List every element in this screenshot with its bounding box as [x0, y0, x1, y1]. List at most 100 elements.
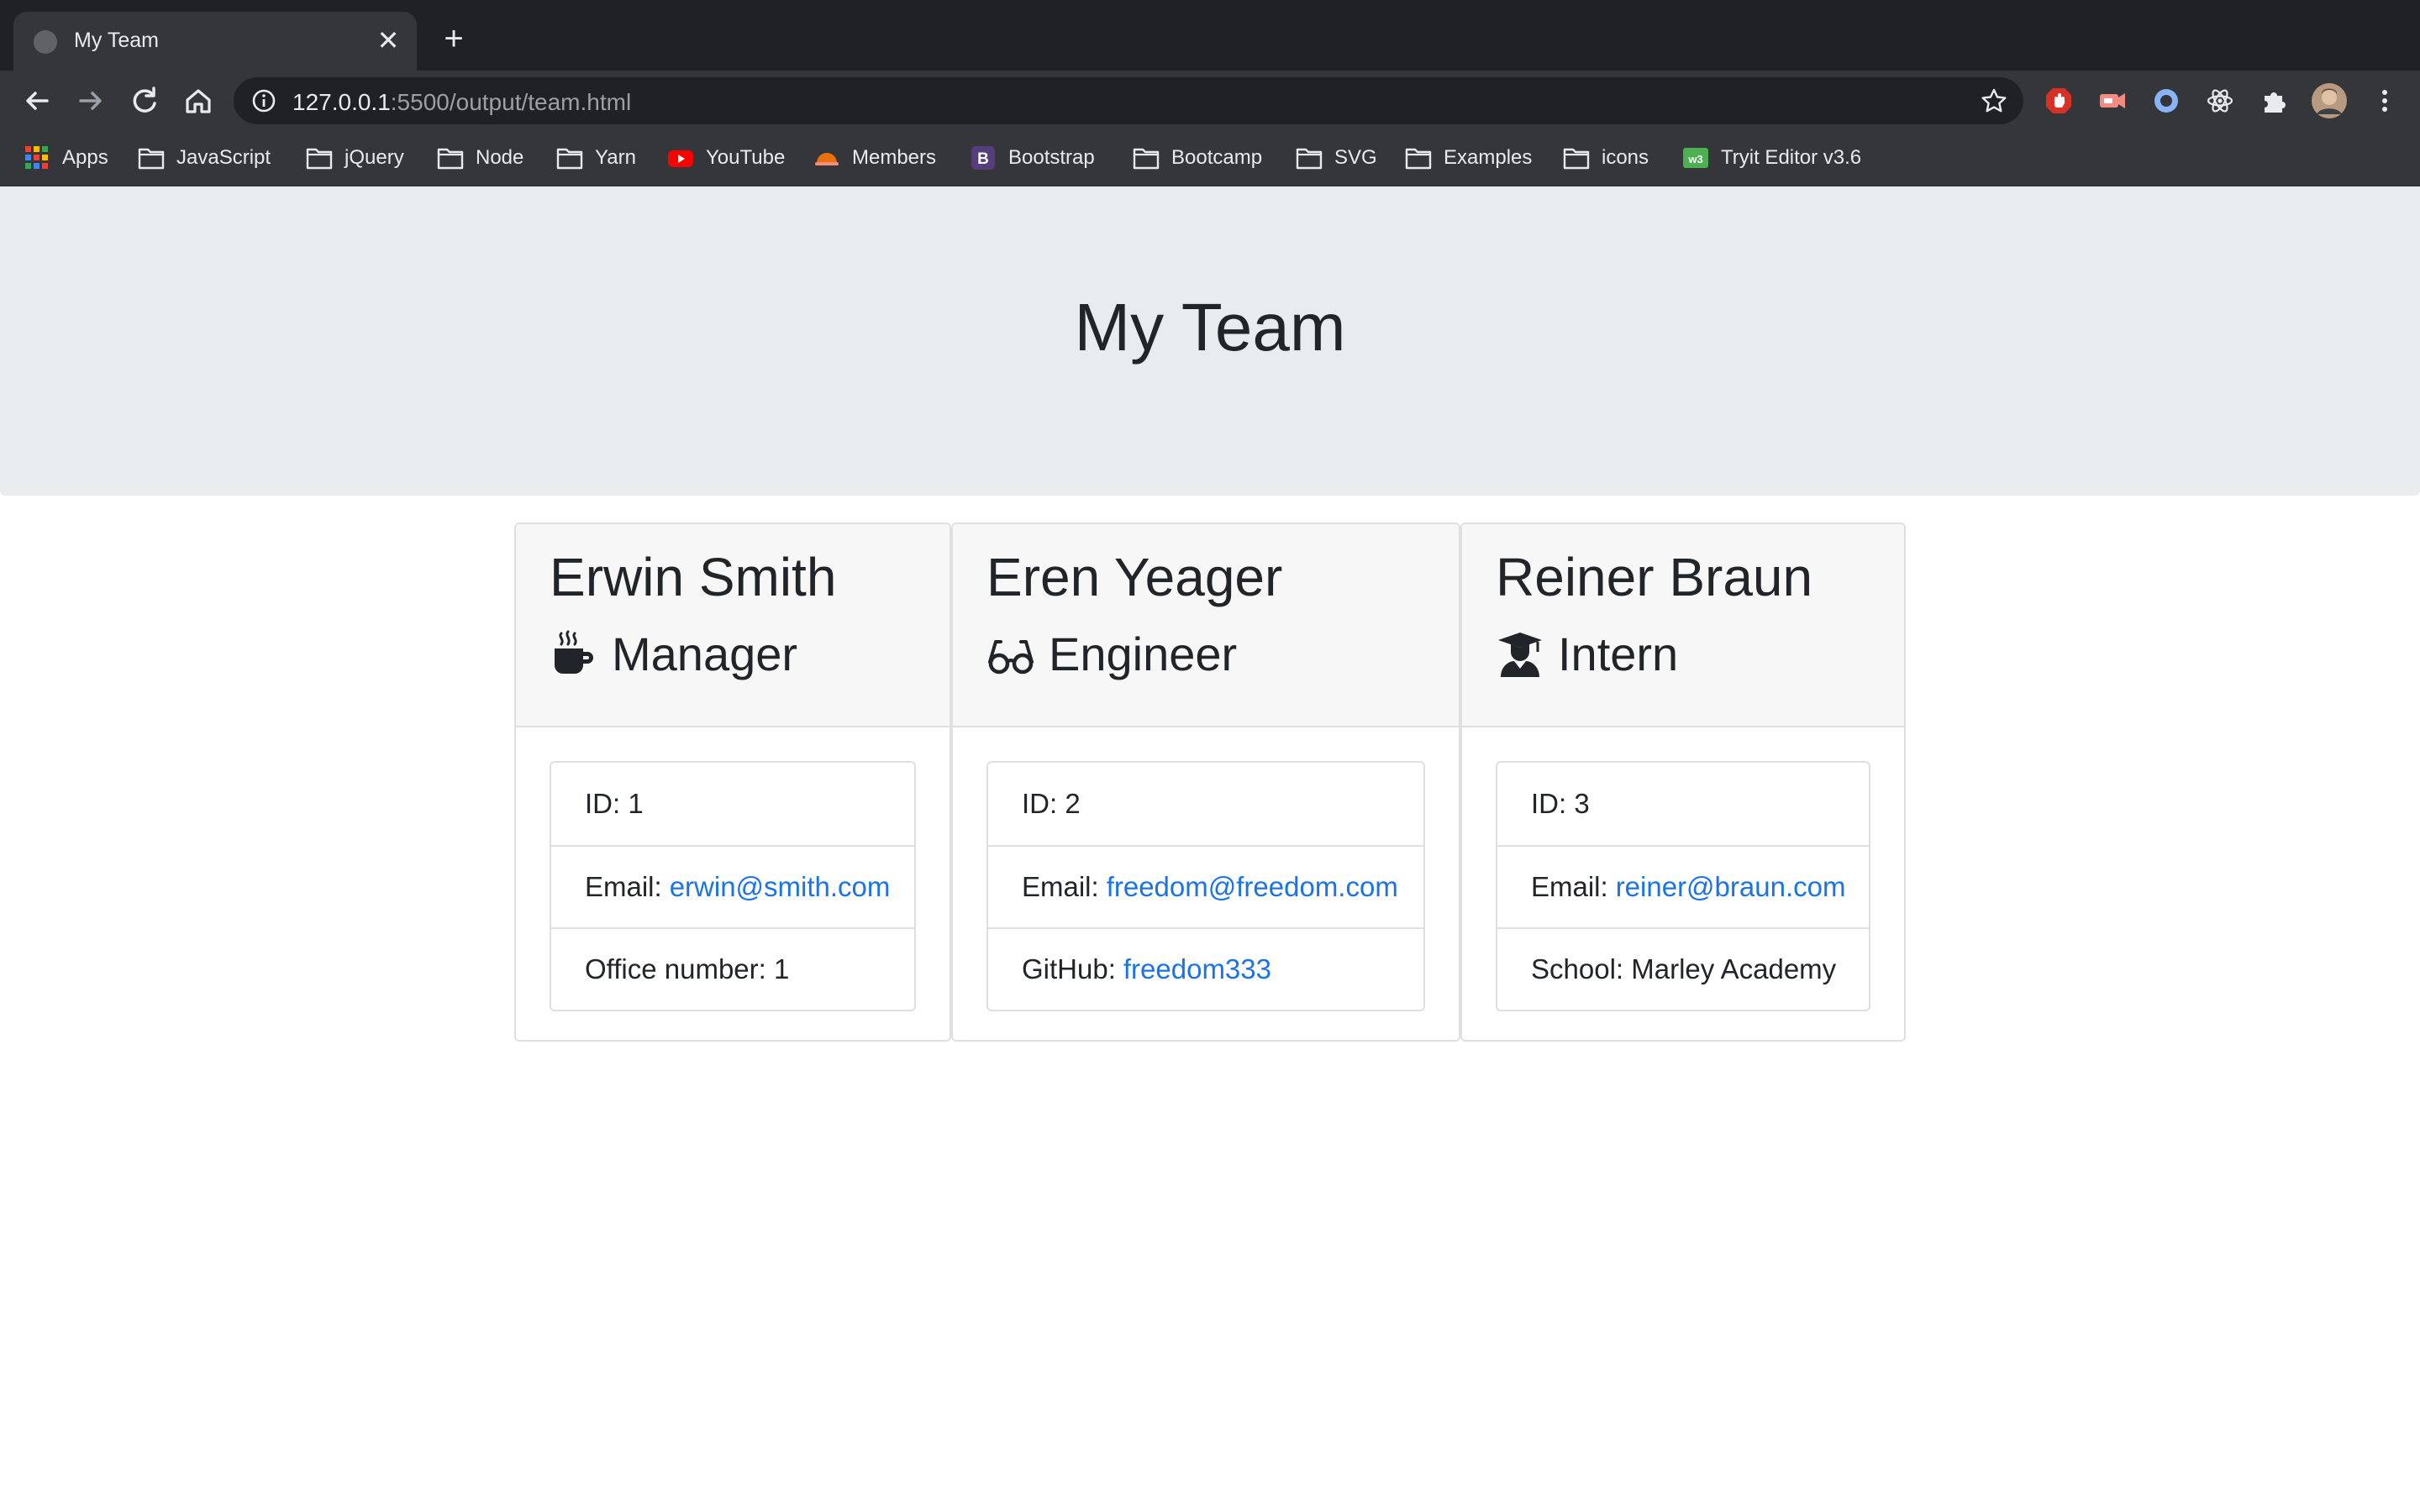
- new-tab-button[interactable]: +: [437, 22, 471, 55]
- employee-role: Manager: [550, 627, 797, 681]
- browser-toolbar: 127.0.0.1:5500/output/team.html: [0, 71, 2420, 131]
- mug-icon: [555, 630, 593, 674]
- bootstrap-icon: B: [971, 146, 995, 170]
- bookmark-label: jQuery: [345, 146, 404, 169]
- info-icon[interactable]: [250, 87, 277, 114]
- bookmark-folder-examples[interactable]: Examples: [1405, 143, 1532, 173]
- w3schools-icon: w3: [1683, 148, 1708, 168]
- employee-card-manager: Erwin Smith Manager ID: 1 Email: erwin@sm…: [514, 522, 951, 1042]
- react-devtools-icon[interactable]: [2205, 86, 2235, 116]
- svg-text:B: B: [977, 150, 989, 168]
- adblock-extension-icon[interactable]: [2044, 86, 2074, 116]
- browser-tab[interactable]: My Team ✕: [13, 12, 417, 71]
- id-item: ID: 1: [585, 788, 644, 819]
- video-extension-icon[interactable]: [2097, 86, 2128, 116]
- glasses-icon: [988, 639, 1034, 674]
- bookmark-folder-svg[interactable]: SVG: [1296, 143, 1377, 173]
- bookmark-label: Examples: [1444, 146, 1533, 169]
- employee-name: Eren Yeager: [986, 547, 1283, 607]
- tab-strip: My Team ✕ +: [0, 0, 2420, 71]
- helmet-icon: [815, 153, 839, 165]
- arrow-right-icon: [79, 92, 102, 110]
- close-tab-icon[interactable]: ✕: [371, 24, 405, 57]
- page-viewport: My Team Erwin Smith Manager ID: 1 Email:…: [0, 186, 2420, 1512]
- reload-button[interactable]: [124, 81, 165, 121]
- detail-list: ID: 2 Email: freedom@freedom.com GitHub: f…: [986, 761, 1425, 1011]
- folder-icon: [1133, 148, 1160, 170]
- bookmark-label: YouTube: [706, 146, 786, 169]
- arrow-left-icon: [26, 92, 49, 110]
- bookmark-folder-javascript[interactable]: JavaScript: [138, 143, 271, 173]
- puzzle-extensions-icon[interactable]: [2259, 86, 2289, 116]
- email-item: Email: freedom@freedom.com: [988, 845, 1423, 927]
- apps-grid-icon: [25, 146, 48, 169]
- employee-name: Reiner Braun: [1496, 547, 1813, 607]
- id-item: ID: 3: [1531, 788, 1590, 819]
- bookmark-label: Tryit Editor v3.6: [1721, 146, 1862, 169]
- page-title: My Team: [1074, 290, 1346, 365]
- back-button[interactable]: [17, 81, 57, 121]
- more-menu-icon[interactable]: [2370, 86, 2400, 116]
- bookmark-label: SVG: [1334, 146, 1377, 169]
- github-link[interactable]: freedom333: [1123, 953, 1271, 985]
- folder-icon: [138, 148, 165, 170]
- forward-button[interactable]: [71, 81, 111, 121]
- employee-name: Erwin Smith: [550, 547, 837, 607]
- folder-icon: [1296, 148, 1323, 170]
- bookmarks-bar: Apps JavaScript jQuery Node Yarn YouTube…: [0, 131, 2420, 187]
- email-link[interactable]: reiner@braun.com: [1616, 871, 1846, 903]
- id-item: ID: 2: [1022, 788, 1081, 819]
- bookmark-label: JavaScript: [176, 146, 271, 169]
- card-header: Erwin Smith Manager: [516, 524, 950, 727]
- reload-icon: [133, 87, 156, 113]
- folder-icon: [1405, 148, 1432, 170]
- role-label: Intern: [1558, 627, 1679, 680]
- email-link[interactable]: erwin@smith.com: [670, 871, 891, 903]
- jumbotron: My Team: [0, 186, 2420, 496]
- bookmark-members[interactable]: Members: [813, 143, 936, 173]
- employee-role: Engineer: [986, 627, 1237, 681]
- detail-list: ID: 1 Email: erwin@smith.com Office numbe…: [550, 761, 916, 1011]
- profile-avatar[interactable]: [2311, 82, 2348, 119]
- globe-icon: [34, 30, 57, 54]
- youtube-icon: [668, 150, 693, 167]
- bookmark-tryit-editor[interactable]: w3 Tryit Editor v3.6: [1682, 143, 1861, 173]
- svg-text:w3: w3: [1687, 153, 1702, 165]
- ring-extension-icon[interactable]: [2151, 86, 2181, 116]
- bookmark-folder-yarn[interactable]: Yarn: [556, 143, 636, 173]
- email-link[interactable]: freedom@freedom.com: [1107, 871, 1398, 903]
- tab-title: My Team: [74, 29, 159, 52]
- school-item: School: Marley Academy: [1497, 927, 1869, 1010]
- bookmark-bootstrap[interactable]: B Bootstrap: [970, 143, 1095, 173]
- bookmark-label: Members: [852, 146, 937, 169]
- bookmark-folder-bootcamp[interactable]: Bootcamp: [1133, 143, 1262, 173]
- office-number-item: Office number: 1: [551, 927, 914, 1010]
- bookmark-youtube[interactable]: YouTube: [667, 143, 785, 173]
- email-item: Email: erwin@smith.com: [551, 845, 914, 927]
- home-button[interactable]: [178, 81, 218, 121]
- bookmark-label: Node: [476, 146, 524, 169]
- bookmark-label: Yarn: [595, 146, 636, 169]
- bookmark-folder-icons[interactable]: icons: [1563, 143, 1649, 173]
- employee-role: Intern: [1496, 627, 1678, 681]
- bookmark-label: icons: [1602, 146, 1649, 169]
- address-bar[interactable]: 127.0.0.1:5500/output/team.html: [234, 77, 2023, 124]
- bookmark-star-icon[interactable]: [1980, 87, 2008, 115]
- folder-icon: [306, 148, 333, 170]
- url-text: 127.0.0.1:5500/output/team.html: [292, 89, 632, 115]
- bookmark-folder-node[interactable]: Node: [437, 143, 523, 173]
- employee-card-intern: Reiner Braun Intern ID: 3 Email: reiner@b…: [1460, 522, 1906, 1042]
- folder-icon: [1563, 148, 1590, 170]
- bookmark-label: Bootstrap: [1008, 146, 1095, 169]
- folder-icon: [437, 148, 464, 170]
- home-icon: [186, 89, 211, 113]
- bookmark-label: Apps: [62, 146, 108, 169]
- graduate-icon: [1498, 632, 1542, 677]
- role-label: Manager: [612, 627, 798, 680]
- bookmark-apps[interactable]: Apps: [24, 143, 108, 173]
- detail-list: ID: 3 Email: reiner@braun.com School: Mar…: [1496, 761, 1870, 1011]
- bookmark-folder-jquery[interactable]: jQuery: [306, 143, 404, 173]
- bookmark-label: Bootcamp: [1171, 146, 1263, 169]
- github-item: GitHub: freedom333: [988, 927, 1423, 1010]
- card-header: Reiner Braun Intern: [1462, 524, 1904, 727]
